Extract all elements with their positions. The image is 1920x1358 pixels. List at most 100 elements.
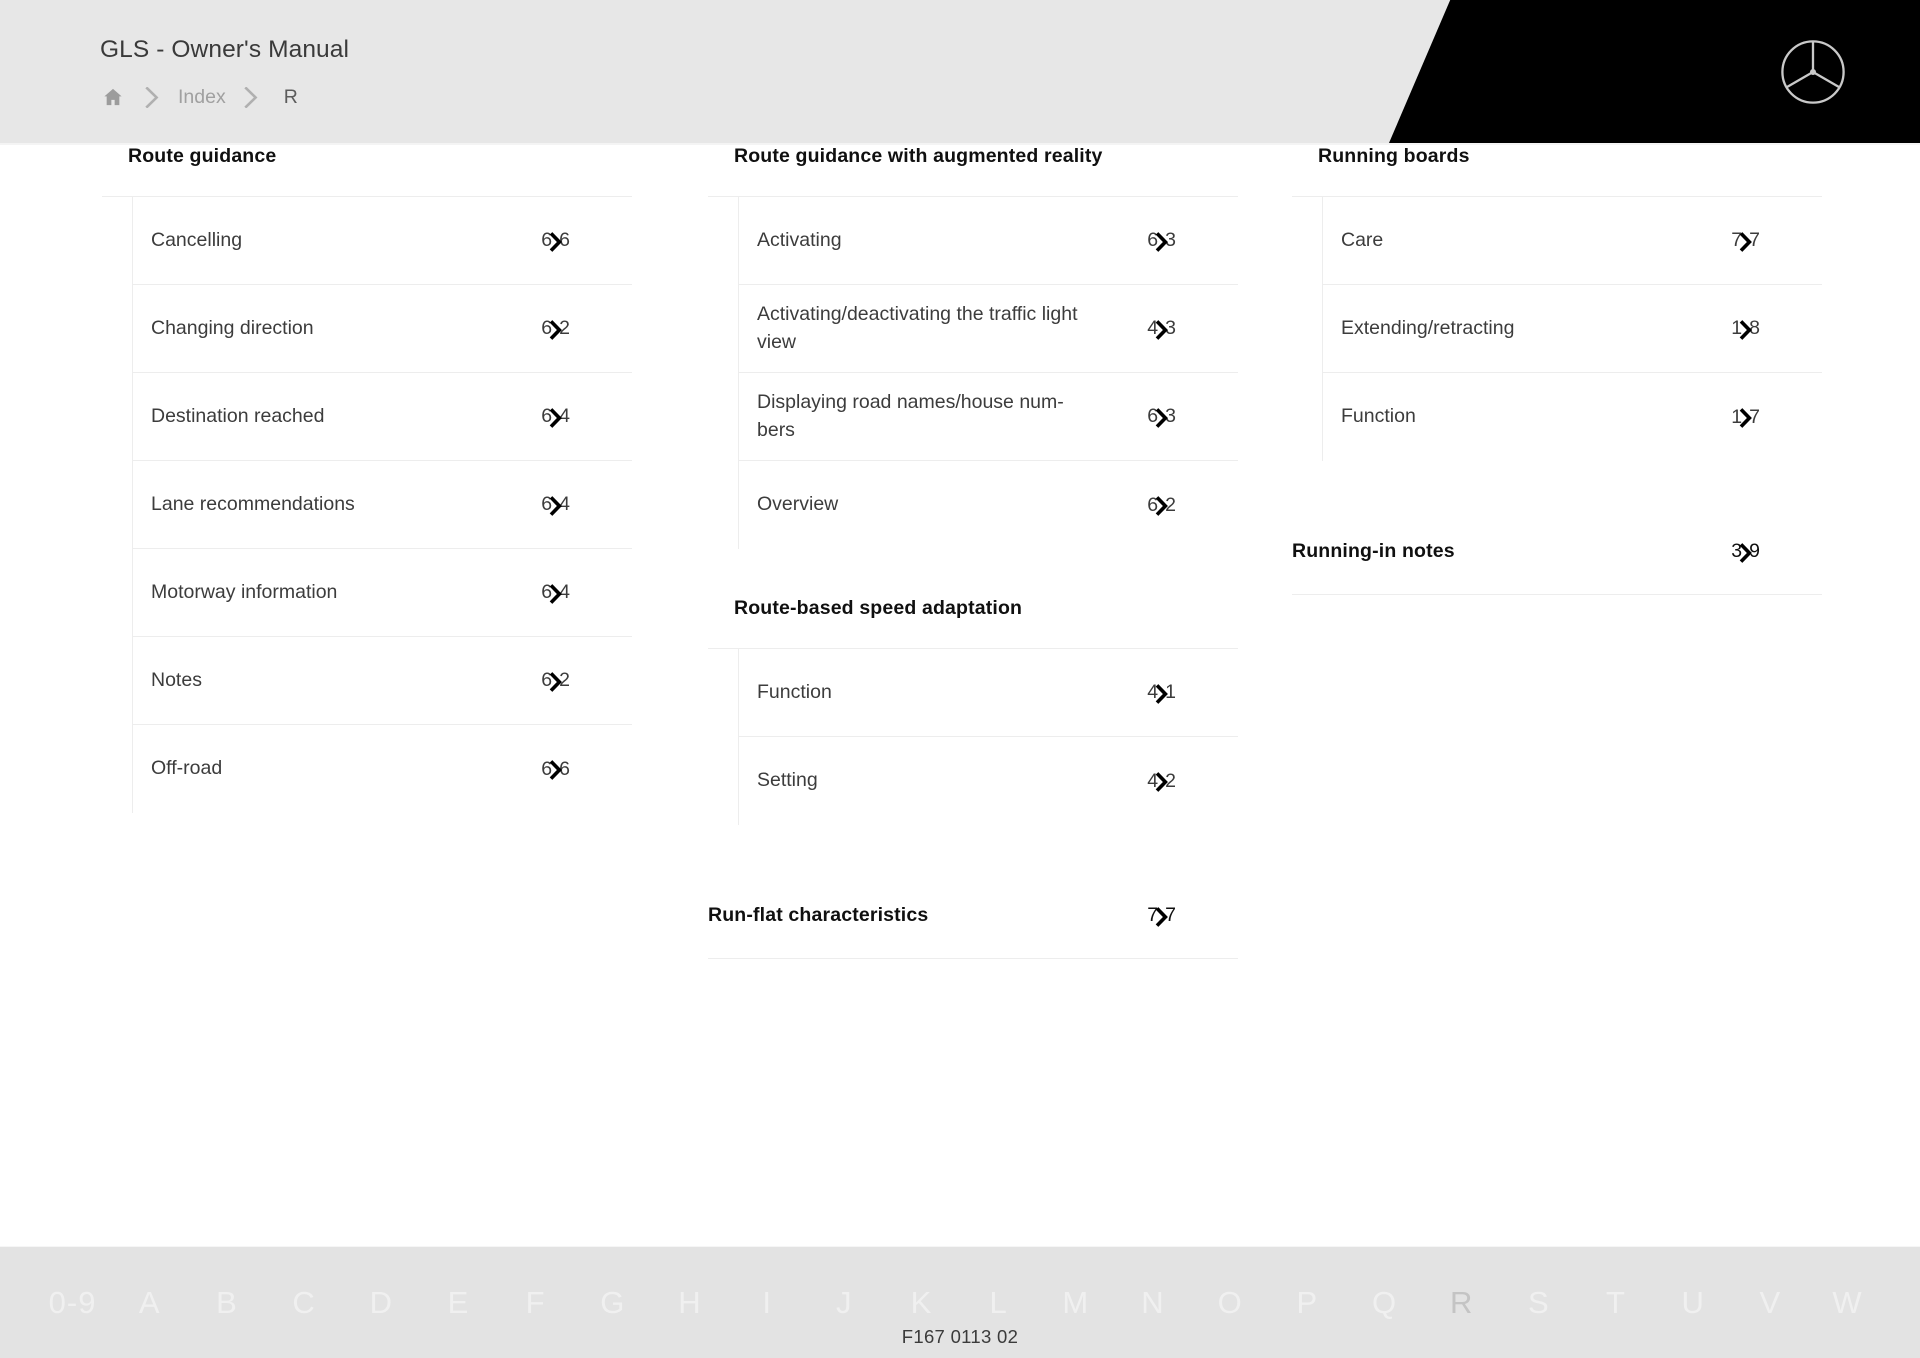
alphabet-letter-o[interactable]: O — [1192, 1285, 1269, 1321]
page-reference[interactable]: 64 — [541, 405, 570, 428]
document-code: F167 0113 02 — [901, 1326, 1019, 1347]
alphabet-letter-u[interactable]: U — [1655, 1285, 1732, 1321]
index-column-2: Route guidance with augmented reality Act… — [708, 145, 1238, 959]
page-reference[interactable]: 62 — [541, 317, 570, 340]
index-entry-row[interactable]: Displaying road names/house num-bers 6 3 — [739, 373, 1238, 461]
index-entry-row[interactable]: Function 4 1 — [739, 649, 1238, 737]
index-column-1: Route guidance Cancelling 6 6 Changing direc… — [102, 145, 632, 813]
page-reference[interactable]: 64 — [541, 581, 570, 604]
index-entry-row[interactable]: Overview 6 2 — [739, 461, 1238, 549]
alphabet-letter-e[interactable]: E — [420, 1285, 497, 1321]
index-entry-row[interactable]: Function 1 7 — [1323, 373, 1822, 461]
breadcrumb-item-current: R — [283, 85, 298, 108]
index-group-heading-row[interactable]: Run-flat characteristics 7 7 — [708, 873, 1238, 959]
alphabet-letter-0-9[interactable]: 0-9 — [34, 1285, 111, 1321]
index-group-heading: Route guidance with augmented reality — [734, 145, 1103, 167]
index-group: Route guidance with augmented reality Act… — [708, 145, 1238, 549]
page-reference[interactable]: 77 — [1147, 904, 1176, 927]
alphabet-letter-k[interactable]: K — [883, 1285, 960, 1321]
pageref-chevron-icon — [1155, 496, 1169, 516]
index-entry-row[interactable]: Care 7 7 — [1323, 197, 1822, 285]
breadcrumb: Index R — [100, 82, 298, 112]
index-entry-label: Destination reached — [151, 404, 325, 427]
alphabet-letter-j[interactable]: J — [806, 1285, 883, 1321]
index-group: Running-in notes 3 9 — [1292, 509, 1822, 595]
index-entry-row[interactable]: Changing direction 6 2 — [133, 285, 632, 373]
pageref-chevron-icon — [549, 760, 563, 780]
page-reference[interactable]: 66 — [541, 758, 570, 781]
breadcrumb-item-index[interactable]: Index — [178, 86, 226, 109]
alphabet-letter-t[interactable]: T — [1577, 1285, 1654, 1321]
alphabet-letter-v[interactable]: V — [1732, 1285, 1809, 1321]
page-title: GLS - Owner's Manual — [100, 36, 350, 63]
alphabet-letter-n[interactable]: N — [1114, 1285, 1191, 1321]
index-entry-row[interactable]: Activating/deactivating the traffic ligh… — [739, 285, 1238, 373]
index-group: Route-based speed adaptation Function 4 1 Se… — [708, 597, 1238, 825]
pageref-chevron-icon — [549, 231, 563, 252]
mercedes-benz-star-icon — [1779, 38, 1847, 106]
alphabet-letter-r[interactable]: R — [1423, 1285, 1500, 1321]
alphabet-letter-i[interactable]: I — [729, 1285, 806, 1321]
index-entry-row[interactable]: Activating 6 3 — [739, 197, 1238, 285]
page-reference[interactable]: 39 — [1731, 540, 1760, 563]
pageref-chevron-icon — [1739, 231, 1753, 252]
index-entry-label: Function — [757, 680, 832, 703]
alphabet-letter-a[interactable]: A — [111, 1285, 188, 1321]
index-entry-row[interactable]: Off-road 6 6 — [133, 725, 632, 813]
index-item-list: Cancelling 6 6 Changing direction 6 2 Destinat… — [102, 196, 632, 813]
page-reference[interactable]: 41 — [1147, 681, 1176, 704]
alphabet-letter-d[interactable]: D — [343, 1285, 420, 1321]
alphabet-index-bar: 0-9 A B C D E F G H I J K L M N O P Q R S T U V W F167 0113 02 — [0, 1246, 1920, 1358]
page-reference[interactable]: 63 — [1147, 229, 1176, 252]
pageref-chevron-icon — [549, 319, 563, 340]
index-entry-label: Extending/retracting — [1341, 316, 1515, 339]
index-entry-label: Motorway information — [151, 580, 338, 603]
index-entry-row[interactable]: Motorway information 6 4 — [133, 549, 632, 637]
index-entry-row[interactable]: Extending/retracting 1 8 — [1323, 285, 1822, 373]
pageref-chevron-icon — [1739, 408, 1753, 428]
pageref-chevron-icon — [549, 495, 563, 516]
index-group-heading-row[interactable]: Running-in notes 3 9 — [1292, 509, 1822, 595]
alphabet-letter-f[interactable]: F — [497, 1285, 574, 1321]
alphabet-letter-q[interactable]: Q — [1346, 1285, 1423, 1321]
page-reference[interactable]: 62 — [541, 669, 570, 692]
alphabet-letter-s[interactable]: S — [1500, 1285, 1577, 1321]
alphabet-letter-m[interactable]: M — [1037, 1285, 1114, 1321]
alphabet-letter-w[interactable]: W — [1809, 1285, 1886, 1321]
page-reference[interactable]: 42 — [1147, 770, 1176, 793]
page-reference[interactable]: 17 — [1731, 406, 1760, 429]
index-entry-row[interactable]: Notes 6 2 — [133, 637, 632, 725]
alphabet-letter-h[interactable]: H — [651, 1285, 728, 1321]
page-reference[interactable]: 63 — [1147, 405, 1176, 428]
index-group-heading: Route-based speed adaptation — [734, 597, 1023, 619]
index-entry-label: Activating — [757, 228, 842, 251]
index-group: Run-flat characteristics 7 7 — [708, 873, 1238, 959]
index-entry-row[interactable]: Lane recommendations 6 4 — [133, 461, 632, 549]
page-reference[interactable]: 18 — [1731, 317, 1760, 340]
page-reference[interactable]: 43 — [1147, 317, 1176, 340]
index-entry-row[interactable]: Setting 4 2 — [739, 737, 1238, 825]
index-entry-label: Function — [1341, 405, 1416, 428]
alphabet-letter-p[interactable]: P — [1269, 1285, 1346, 1321]
index-entry-label: Notes — [151, 668, 202, 691]
page-reference[interactable]: 64 — [541, 493, 570, 516]
index-item-list: Care 7 7 Extending/retracting 1 8 Function 1 7 — [1292, 196, 1822, 461]
pageref-chevron-icon — [1155, 407, 1169, 428]
index-entry-label: Activating/deactivating the traffic ligh… — [757, 302, 1078, 353]
alphabet-letter-g[interactable]: G — [574, 1285, 651, 1321]
page-reference[interactable]: 62 — [1147, 494, 1176, 517]
index-entry-label: Setting — [757, 769, 818, 792]
alphabet-letter-l[interactable]: L — [960, 1285, 1037, 1321]
alphabet-letter-b[interactable]: B — [188, 1285, 265, 1321]
page-reference[interactable]: 77 — [1731, 229, 1760, 252]
index-entry-row[interactable]: Destination reached 6 4 — [133, 373, 632, 461]
index-group-heading: Running-in notes — [1292, 540, 1455, 562]
index-entry-row[interactable]: Cancelling 6 6 — [133, 197, 632, 285]
chevron-right-icon — [126, 84, 178, 110]
pageref-chevron-icon — [1155, 683, 1169, 704]
page-reference[interactable]: 66 — [541, 229, 570, 252]
home-icon[interactable] — [100, 84, 126, 110]
alphabet-letter-c[interactable]: C — [266, 1285, 343, 1321]
index-group: Route guidance Cancelling 6 6 Changing direc… — [102, 145, 632, 813]
